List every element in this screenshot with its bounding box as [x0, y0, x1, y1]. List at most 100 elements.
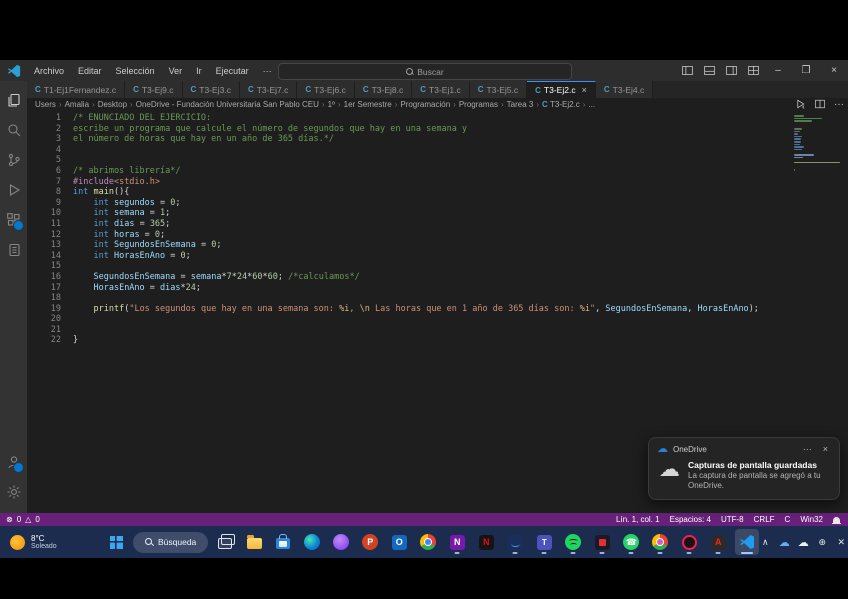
notification-close-icon[interactable]: × [820, 444, 831, 454]
tab-T3-Ej4.c[interactable]: CT3-Ej4.c [596, 81, 653, 98]
taskbar-app-onenote[interactable]: N [445, 529, 469, 555]
code-text: printf("Los segundos que hay en una sema… [73, 304, 759, 315]
breadcrumb-item[interactable]: OneDrive - Fundación Universitaria San P… [136, 100, 319, 109]
taskbar-app-microsoft-store[interactable] [271, 529, 295, 555]
teams-icon: T [537, 535, 552, 550]
breadcrumb-item[interactable]: Users [35, 100, 56, 109]
more-actions-icon[interactable]: ··· [834, 99, 844, 110]
chevron-up-icon[interactable]: ∧ [759, 537, 771, 548]
account-icon[interactable] [0, 447, 27, 477]
close-tab-icon[interactable]: × [582, 85, 587, 95]
status-item[interactable]: UTF-8 [721, 515, 744, 524]
notification-more-icon[interactable]: ··· [800, 444, 815, 454]
volume-muted-icon[interactable]: ✕ [835, 537, 847, 548]
taskbar-app-opera-gx[interactable] [677, 529, 701, 555]
taskbar-app-prime-video[interactable] [503, 529, 527, 555]
close-button[interactable]: × [820, 60, 848, 81]
start-button[interactable] [104, 529, 128, 555]
cloud-icon: ☁ [659, 460, 680, 480]
menu-ir[interactable]: Ir [189, 60, 209, 81]
breadcrumb-item[interactable]: ... [588, 100, 595, 109]
tab-T3-Ej6.c[interactable]: CT3-Ej6.c [297, 81, 354, 98]
tab-bar: CT1-Ej1Fernandez.cCT3-Ej9.cCT3-Ej3.cCT3-… [27, 81, 848, 98]
menu-archivo[interactable]: Archivo [27, 60, 71, 81]
taskbar-app-file-explorer[interactable] [242, 529, 266, 555]
split-editor-icon[interactable] [814, 98, 826, 110]
restore-button[interactable]: ❐ [792, 60, 820, 81]
status-item[interactable]: C [785, 515, 791, 524]
taskbar-app-netflix[interactable]: N [474, 529, 498, 555]
tab-T3-Ej3.c[interactable]: CT3-Ej3.c [183, 81, 240, 98]
customize-layout-icon[interactable] [742, 60, 764, 81]
errors-count[interactable]: 0 [17, 515, 21, 524]
code-line: 21 [27, 325, 759, 336]
menu-ejecutar[interactable]: Ejecutar [209, 60, 256, 81]
run-debug-icon[interactable] [0, 175, 27, 205]
search-icon[interactable] [0, 115, 27, 145]
menu-seleccin[interactable]: Selección [109, 60, 162, 81]
files-icon[interactable] [0, 85, 27, 115]
taskbar-app-task-view[interactable] [213, 529, 237, 555]
code-text: HorasEnAno = dias*24; [73, 283, 201, 294]
breadcrumb-item[interactable]: C T3-Ej2.c [542, 100, 580, 109]
menu-[interactable]: ··· [256, 60, 279, 81]
extensions-icon[interactable] [0, 205, 27, 235]
status-item[interactable]: CRLF [754, 515, 775, 524]
taskbar-app-teams[interactable]: T [532, 529, 556, 555]
taskbar-app-chrome-profile[interactable] [648, 529, 672, 555]
minimize-button[interactable]: – [764, 60, 792, 81]
onedrive-notification[interactable]: ☁ OneDrive ··· × ☁ Capturas de pantalla … [648, 437, 840, 500]
tab-T1-Ej1Fernandez.c[interactable]: CT1-Ej1Fernandez.c [27, 81, 125, 98]
status-item[interactable]: Win32 [800, 515, 823, 524]
menu-editar[interactable]: Editar [71, 60, 109, 81]
taskbar-app-powerpoint[interactable]: P [358, 529, 382, 555]
status-item[interactable]: Lín. 1, col. 1 [616, 515, 660, 524]
taskbar-app-acrobat[interactable]: A [706, 529, 730, 555]
warnings-icon[interactable]: △ [25, 515, 31, 524]
run-file-button[interactable] [794, 98, 806, 110]
toggle-secondary-sidebar-icon[interactable] [720, 60, 742, 81]
tab-T3-Ej7.c[interactable]: CT3-Ej7.c [240, 81, 297, 98]
taskbar-app-vscode[interactable] [735, 529, 759, 555]
breadcrumb-item[interactable]: Programación [400, 100, 450, 109]
minimap[interactable] [794, 115, 842, 171]
breadcrumb-separator: › [59, 100, 62, 109]
breadcrumb-separator: › [130, 100, 133, 109]
cloud-icon[interactable]: ☁ [797, 536, 809, 549]
tab-T3-Ej5.c[interactable]: CT3-Ej5.c [470, 81, 527, 98]
taskbar-app-chrome[interactable] [416, 529, 440, 555]
status-item[interactable]: Espacios: 4 [670, 515, 711, 524]
tab-T3-Ej1.c[interactable]: CT3-Ej1.c [412, 81, 469, 98]
breadcrumb-item[interactable]: Amalia [65, 100, 89, 109]
notifications-bell-icon[interactable] [833, 517, 840, 523]
breadcrumb-item[interactable]: 1º [328, 100, 335, 109]
weather-widget[interactable]: 8°C Soleado [0, 534, 104, 551]
onedrive-cloud-icon[interactable]: ☁ [778, 536, 790, 549]
breadcrumb-item[interactable]: 1er Semestre [344, 100, 392, 109]
toggle-panel-icon[interactable] [698, 60, 720, 81]
settings-icon[interactable] [0, 477, 27, 507]
breadcrumb-item[interactable]: Programas [459, 100, 498, 109]
toggle-sidebar-icon[interactable] [676, 60, 698, 81]
notebook-icon[interactable] [0, 235, 27, 265]
tab-label: T3-Ej1.c [429, 85, 461, 95]
breadcrumb-item[interactable]: Desktop [98, 100, 127, 109]
tab-T3-Ej9.c[interactable]: CT3-Ej9.c [125, 81, 182, 98]
tab-T3-Ej2.c[interactable]: CT3-Ej2.c× [527, 81, 596, 98]
taskbar-app-outlook[interactable]: O [387, 529, 411, 555]
taskbar-app-media[interactable] [590, 529, 614, 555]
command-search-box[interactable]: Buscar [278, 63, 572, 80]
taskbar-app-whatsapp[interactable]: ☎ [619, 529, 643, 555]
taskbar-app-clipchamp[interactable] [329, 529, 353, 555]
errors-icon[interactable]: ⊗ [6, 515, 13, 524]
warnings-count[interactable]: 0 [35, 515, 39, 524]
taskbar-search[interactable]: Búsqueda [133, 532, 208, 553]
breadcrumb-item[interactable]: Tarea 3 [507, 100, 534, 109]
taskbar-app-spotify[interactable] [561, 529, 585, 555]
taskbar-app-edge[interactable] [300, 529, 324, 555]
tab-T3-Ej8.c[interactable]: CT3-Ej8.c [355, 81, 412, 98]
source-control-icon[interactable] [0, 145, 27, 175]
network-icon[interactable]: ⊕ [816, 537, 828, 548]
code-text: int dias = 365; [73, 219, 170, 230]
menu-ver[interactable]: Ver [162, 60, 190, 81]
